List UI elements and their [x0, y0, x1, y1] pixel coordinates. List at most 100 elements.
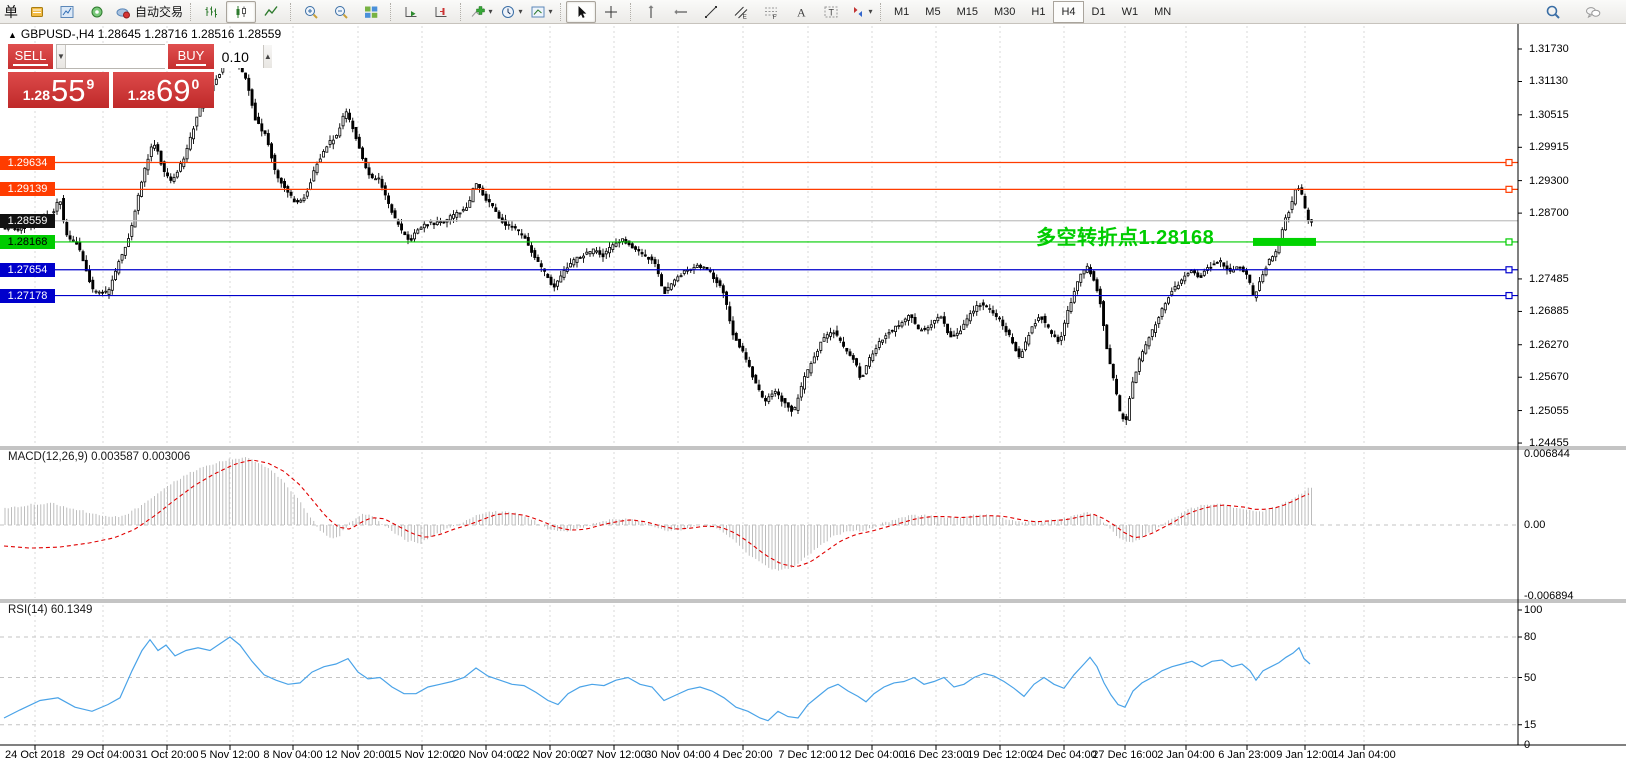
sound-icon	[89, 4, 105, 20]
templates-icon	[530, 4, 546, 20]
bar-chart-icon	[203, 4, 219, 20]
mt4-window: 单 自动交易 ▾ ▾ ▾ E F A T ▾ M1M5M15M30H1H4D1W1MN ▲ GBPUS…	[0, 0, 1626, 769]
search-button[interactable]	[1538, 1, 1568, 23]
timeframe-h4-button[interactable]: H4	[1053, 1, 1083, 23]
draw-label-button[interactable]: T	[816, 1, 846, 23]
toolbar-separator	[560, 3, 562, 21]
indicators-button-dropdown-icon[interactable]: ▾	[489, 7, 493, 16]
new-chart-button[interactable]	[52, 1, 82, 23]
toolbar-separator	[190, 3, 192, 21]
periods-icon	[500, 4, 516, 20]
line-chart-icon	[263, 4, 279, 20]
cloud-autotrading-icon	[115, 4, 131, 20]
periods-button[interactable]: ▾	[496, 1, 526, 23]
search-icon	[1545, 4, 1561, 20]
sell-price-display[interactable]: 1.28559	[8, 72, 109, 108]
arrows-icon	[850, 4, 866, 20]
buy-price-pip: 0	[191, 76, 199, 92]
lot-size-input[interactable]	[66, 45, 263, 68]
draw-fibonacci-button[interactable]: F	[756, 1, 786, 23]
lot-stepper: ▼ ▲	[56, 44, 165, 69]
lot-decrease-button[interactable]: ▼	[57, 45, 66, 68]
menu-char[interactable]: 单	[4, 2, 18, 22]
timeframe-m1-button[interactable]: M1	[886, 1, 917, 23]
candlestick-mode-button[interactable]	[226, 1, 256, 23]
pivot-annotation-text[interactable]: 多空转折点1.28168	[1036, 221, 1214, 250]
autotrading-button[interactable]: 自动交易	[112, 1, 186, 23]
trend-line-icon	[703, 4, 719, 20]
svg-text:A: A	[797, 5, 806, 19]
draw-text-button[interactable]: A	[786, 1, 816, 23]
chart-window-icon	[59, 4, 75, 20]
text-icon: A	[793, 4, 809, 20]
zoom-out-icon	[333, 4, 349, 20]
tile-windows-icon	[363, 4, 379, 20]
cursor-icon	[573, 4, 589, 20]
chat-button[interactable]	[1578, 1, 1608, 23]
svg-text:F: F	[773, 14, 777, 20]
one-click-trading-panel: SELL ▼ ▲ BUY 1.28559 1.28690	[8, 44, 214, 108]
sell-button[interactable]: SELL	[8, 44, 53, 69]
chart-shift-icon	[433, 4, 449, 20]
macd-indicator-label: MACD(12,26,9) 0.003587 0.003006	[8, 451, 190, 463]
sell-price-prefix: 1.28	[23, 87, 50, 103]
timeframe-m15-button[interactable]: M15	[949, 1, 986, 23]
crosshair-icon	[603, 4, 619, 20]
cursor-tool-button[interactable]	[566, 1, 596, 23]
draw-trendline-button[interactable]	[696, 1, 726, 23]
indicators-button[interactable]: ▾	[466, 1, 496, 23]
sound-button[interactable]	[82, 1, 112, 23]
crosshair-tool-button[interactable]	[596, 1, 626, 23]
horizontal-line-icon	[673, 4, 689, 20]
timeframe-w1-button[interactable]: W1	[1114, 1, 1147, 23]
vertical-line-icon	[643, 4, 659, 20]
toolbar-separator	[460, 3, 462, 21]
channel-icon: E	[733, 4, 749, 20]
toolbar-right	[1538, 1, 1608, 23]
lot-increase-button[interactable]: ▲	[263, 45, 272, 68]
chart-title: ▲ GBPUSD-,H4 1.28645 1.28716 1.28516 1.28…	[8, 27, 281, 41]
tile-windows-button[interactable]	[356, 1, 386, 23]
sell-price-pip: 9	[86, 76, 94, 92]
collapse-panel-icon[interactable]: ▲	[8, 30, 17, 40]
chart-shift-button[interactable]	[426, 1, 456, 23]
zoom-in-icon	[303, 4, 319, 20]
auto-scroll-icon	[403, 4, 419, 20]
toolbar-separator	[630, 3, 632, 21]
zoom-out-button[interactable]	[326, 1, 356, 23]
toolbar-separator	[290, 3, 292, 21]
timeframe-d1-button[interactable]: D1	[1084, 1, 1114, 23]
auto-scroll-button[interactable]	[396, 1, 426, 23]
zoom-in-button[interactable]	[296, 1, 326, 23]
draw-hline-button[interactable]	[666, 1, 696, 23]
chart-title-text: GBPUSD-,H4 1.28645 1.28716 1.28516 1.285…	[21, 27, 281, 41]
timeframe-mn-button[interactable]: MN	[1146, 1, 1179, 23]
draw-arrows-button-dropdown-icon[interactable]: ▾	[869, 7, 873, 16]
buy-price-prefix: 1.28	[128, 87, 155, 103]
timeframe-m30-button[interactable]: M30	[986, 1, 1023, 23]
templates-button[interactable]: ▾	[526, 1, 556, 23]
buy-price-big: 69	[156, 76, 190, 106]
autotrading-button-label: 自动交易	[135, 3, 183, 20]
periods-button-dropdown-icon[interactable]: ▾	[519, 7, 523, 16]
line-chart-mode-button[interactable]	[256, 1, 286, 23]
chart-canvas[interactable]	[0, 0, 1626, 769]
main-toolbar: 单 自动交易 ▾ ▾ ▾ E F A T ▾ M1M5M15M30H1H4D1W1MN	[0, 0, 1626, 24]
draw-arrows-button[interactable]: ▾	[846, 1, 876, 23]
draw-channel-button[interactable]: E	[726, 1, 756, 23]
chat-icon	[1585, 4, 1601, 20]
svg-text:T: T	[829, 7, 835, 17]
templates-button-dropdown-icon[interactable]: ▾	[549, 7, 553, 16]
timeframe-m5-button[interactable]: M5	[917, 1, 948, 23]
bar-chart-mode-button[interactable]	[196, 1, 226, 23]
sell-price-big: 55	[51, 76, 85, 106]
timeframe-h1-button[interactable]: H1	[1023, 1, 1053, 23]
buy-button[interactable]: BUY	[168, 44, 214, 69]
new-order-button[interactable]	[22, 1, 52, 23]
buy-price-display[interactable]: 1.28690	[113, 72, 214, 108]
text-label-icon: T	[823, 4, 839, 20]
fibonacci-icon: F	[763, 4, 779, 20]
candlestick-icon	[233, 4, 249, 20]
indicators-icon	[470, 4, 486, 20]
draw-vline-button[interactable]	[636, 1, 666, 23]
